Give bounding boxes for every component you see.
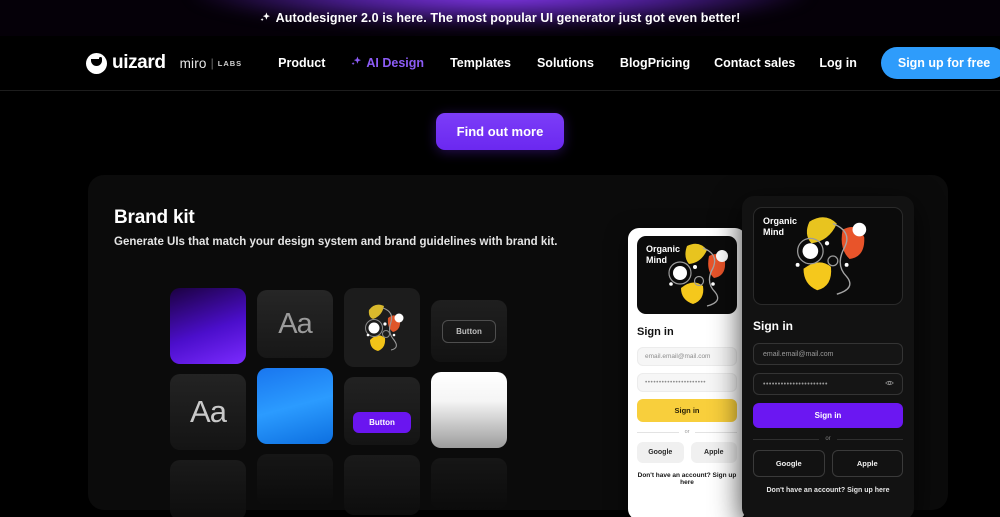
sign-up-button[interactable]: Sign up for free (880, 47, 1000, 79)
nav-item-blog[interactable]: Blog (620, 56, 648, 70)
sparkle-icon (260, 12, 271, 26)
dark-apple-button[interactable]: Apple (831, 450, 903, 477)
miro-labs-badge: miro | LABS (180, 56, 243, 71)
uizard-logo[interactable]: uizard (86, 52, 166, 74)
dark-password-value: •••••••••••••••••••••• (763, 380, 828, 388)
nav-item-log-in[interactable]: Log in (819, 56, 857, 70)
dark-mockup-heading: Sign in (753, 319, 793, 333)
nav-item-templates[interactable]: Templates (450, 56, 511, 70)
dark-email-value: email.email@mail.com (763, 350, 834, 358)
sparkle-icon (351, 56, 362, 70)
light-social-row: Google Apple (637, 442, 737, 463)
light-mockup-hero: Organic Mind (637, 236, 737, 314)
light-password-field[interactable]: •••••••••••••••••••••• (637, 373, 737, 392)
dark-mockup-body: Organic Mind Sign in email.email@mail.co… (742, 196, 914, 494)
light-google-button[interactable]: Google (637, 442, 684, 463)
nav-item-ai-design-label: AI Design (366, 56, 425, 70)
nav-links: Product AI Design Templates Solutions Bl… (278, 56, 648, 70)
swatch-column-1: Aa (170, 288, 246, 517)
typography-sample-label: Aa (190, 394, 227, 429)
banner-message: Autodesigner 2.0 is here. The most popul… (275, 10, 741, 25)
swatch-column-3: Button (344, 288, 420, 517)
miro-wordmark: miro (179, 55, 207, 71)
nav-right-group: Pricing Contact sales Log in Sign up for… (648, 47, 1000, 79)
dark-mockup-hero: Organic Mind (753, 207, 903, 305)
blank-dark-swatch[interactable] (170, 460, 246, 517)
dark-signin-mockup: Organic Mind Sign in email.email@mail.co… (742, 196, 914, 517)
divider-line (637, 431, 679, 433)
dark-signin-button[interactable]: Sign in (753, 403, 903, 428)
light-email-value: email.email@mail.com (645, 353, 711, 360)
brand-line-2: Mind (646, 255, 667, 266)
light-mockup-body: Organic Mind Sign in email.email@mail.co… (628, 228, 746, 486)
outline-button-label: Button (442, 319, 496, 343)
light-email-field[interactable]: email.email@mail.com (637, 347, 737, 366)
divider-line (695, 431, 738, 433)
blue-gradient-swatch[interactable] (257, 368, 333, 444)
light-password-value: •••••••••••••••••••••• (645, 379, 707, 386)
cta-row: Find out more (0, 91, 1000, 150)
purple-gradient-swatch[interactable] (170, 288, 246, 364)
nav-item-solutions[interactable]: Solutions (537, 56, 594, 70)
light-signin-button[interactable]: Sign in (637, 399, 737, 422)
brand-line-2: Mind (763, 227, 784, 238)
brand-line-1: Organic (646, 244, 681, 254)
announcement-banner[interactable]: Autodesigner 2.0 is here. The most popul… (0, 0, 1000, 36)
light-mockup-heading: Sign in (637, 326, 674, 338)
brand-kit-swatch-grid: Aa Aa Button Button (170, 288, 520, 517)
blank-dark-swatch[interactable] (344, 455, 420, 515)
light-or-label: or (684, 429, 690, 435)
banner-text: Autodesigner 2.0 is here. The most popul… (260, 11, 741, 26)
dark-signup-footer[interactable]: Don't have an account? Sign up here (753, 487, 903, 494)
swatch-column-4: Button (431, 288, 507, 517)
typography-sample-label: Aa (278, 307, 312, 340)
labs-label: LABS (217, 58, 243, 68)
uizard-smile-logo-icon (86, 52, 107, 74)
blank-dark-swatch[interactable] (431, 458, 507, 510)
dark-email-field[interactable]: email.email@mail.com (753, 343, 903, 365)
eye-icon[interactable] (885, 379, 894, 390)
dark-or-label: or (825, 436, 831, 442)
dark-mockup-brand: Organic Mind (763, 216, 797, 239)
outline-button-swatch[interactable]: Button (431, 300, 507, 362)
nav-item-pricing[interactable]: Pricing (648, 56, 690, 70)
logo-wordmark: uizard (112, 52, 166, 73)
typography-swatch[interactable]: Aa (257, 290, 333, 358)
divider-line (753, 438, 820, 440)
divider-line (836, 438, 903, 440)
light-signin-mockup: Organic Mind Sign in email.email@mail.co… (628, 228, 746, 517)
white-gradient-swatch[interactable] (431, 372, 507, 448)
dark-or-divider: or (753, 436, 903, 442)
main-navigation: uizard miro | LABS Product AI Design Tem… (0, 36, 1000, 91)
page-root: Autodesigner 2.0 is here. The most popul… (0, 0, 1000, 517)
light-signup-footer[interactable]: Don't have an account? Sign up here (637, 472, 737, 486)
filled-button-label: Button (353, 412, 411, 433)
swatch-column-2: Aa (257, 288, 333, 517)
nav-item-contact-sales[interactable]: Contact sales (714, 56, 795, 70)
organic-mind-illustration-icon (365, 304, 404, 351)
light-or-divider: or (637, 429, 738, 435)
miro-divider: | (210, 56, 214, 70)
typography-swatch[interactable]: Aa (170, 374, 246, 450)
illustration-swatch[interactable] (344, 288, 420, 367)
nav-item-ai-design[interactable]: AI Design (351, 56, 424, 70)
brand-group[interactable]: uizard miro | LABS (86, 52, 242, 74)
dark-google-button[interactable]: Google (753, 450, 825, 477)
light-mockup-brand: Organic Mind (646, 244, 680, 267)
brand-line-1: Organic (763, 216, 798, 226)
light-apple-button[interactable]: Apple (690, 442, 737, 463)
nav-item-product[interactable]: Product (278, 56, 325, 70)
filled-button-swatch[interactable]: Button (344, 377, 420, 445)
dark-password-field[interactable]: •••••••••••••••••••••• (753, 373, 903, 395)
blank-dark-swatch[interactable] (257, 454, 333, 506)
dark-social-row: Google Apple (753, 450, 903, 477)
find-out-more-button[interactable]: Find out more (435, 113, 565, 150)
